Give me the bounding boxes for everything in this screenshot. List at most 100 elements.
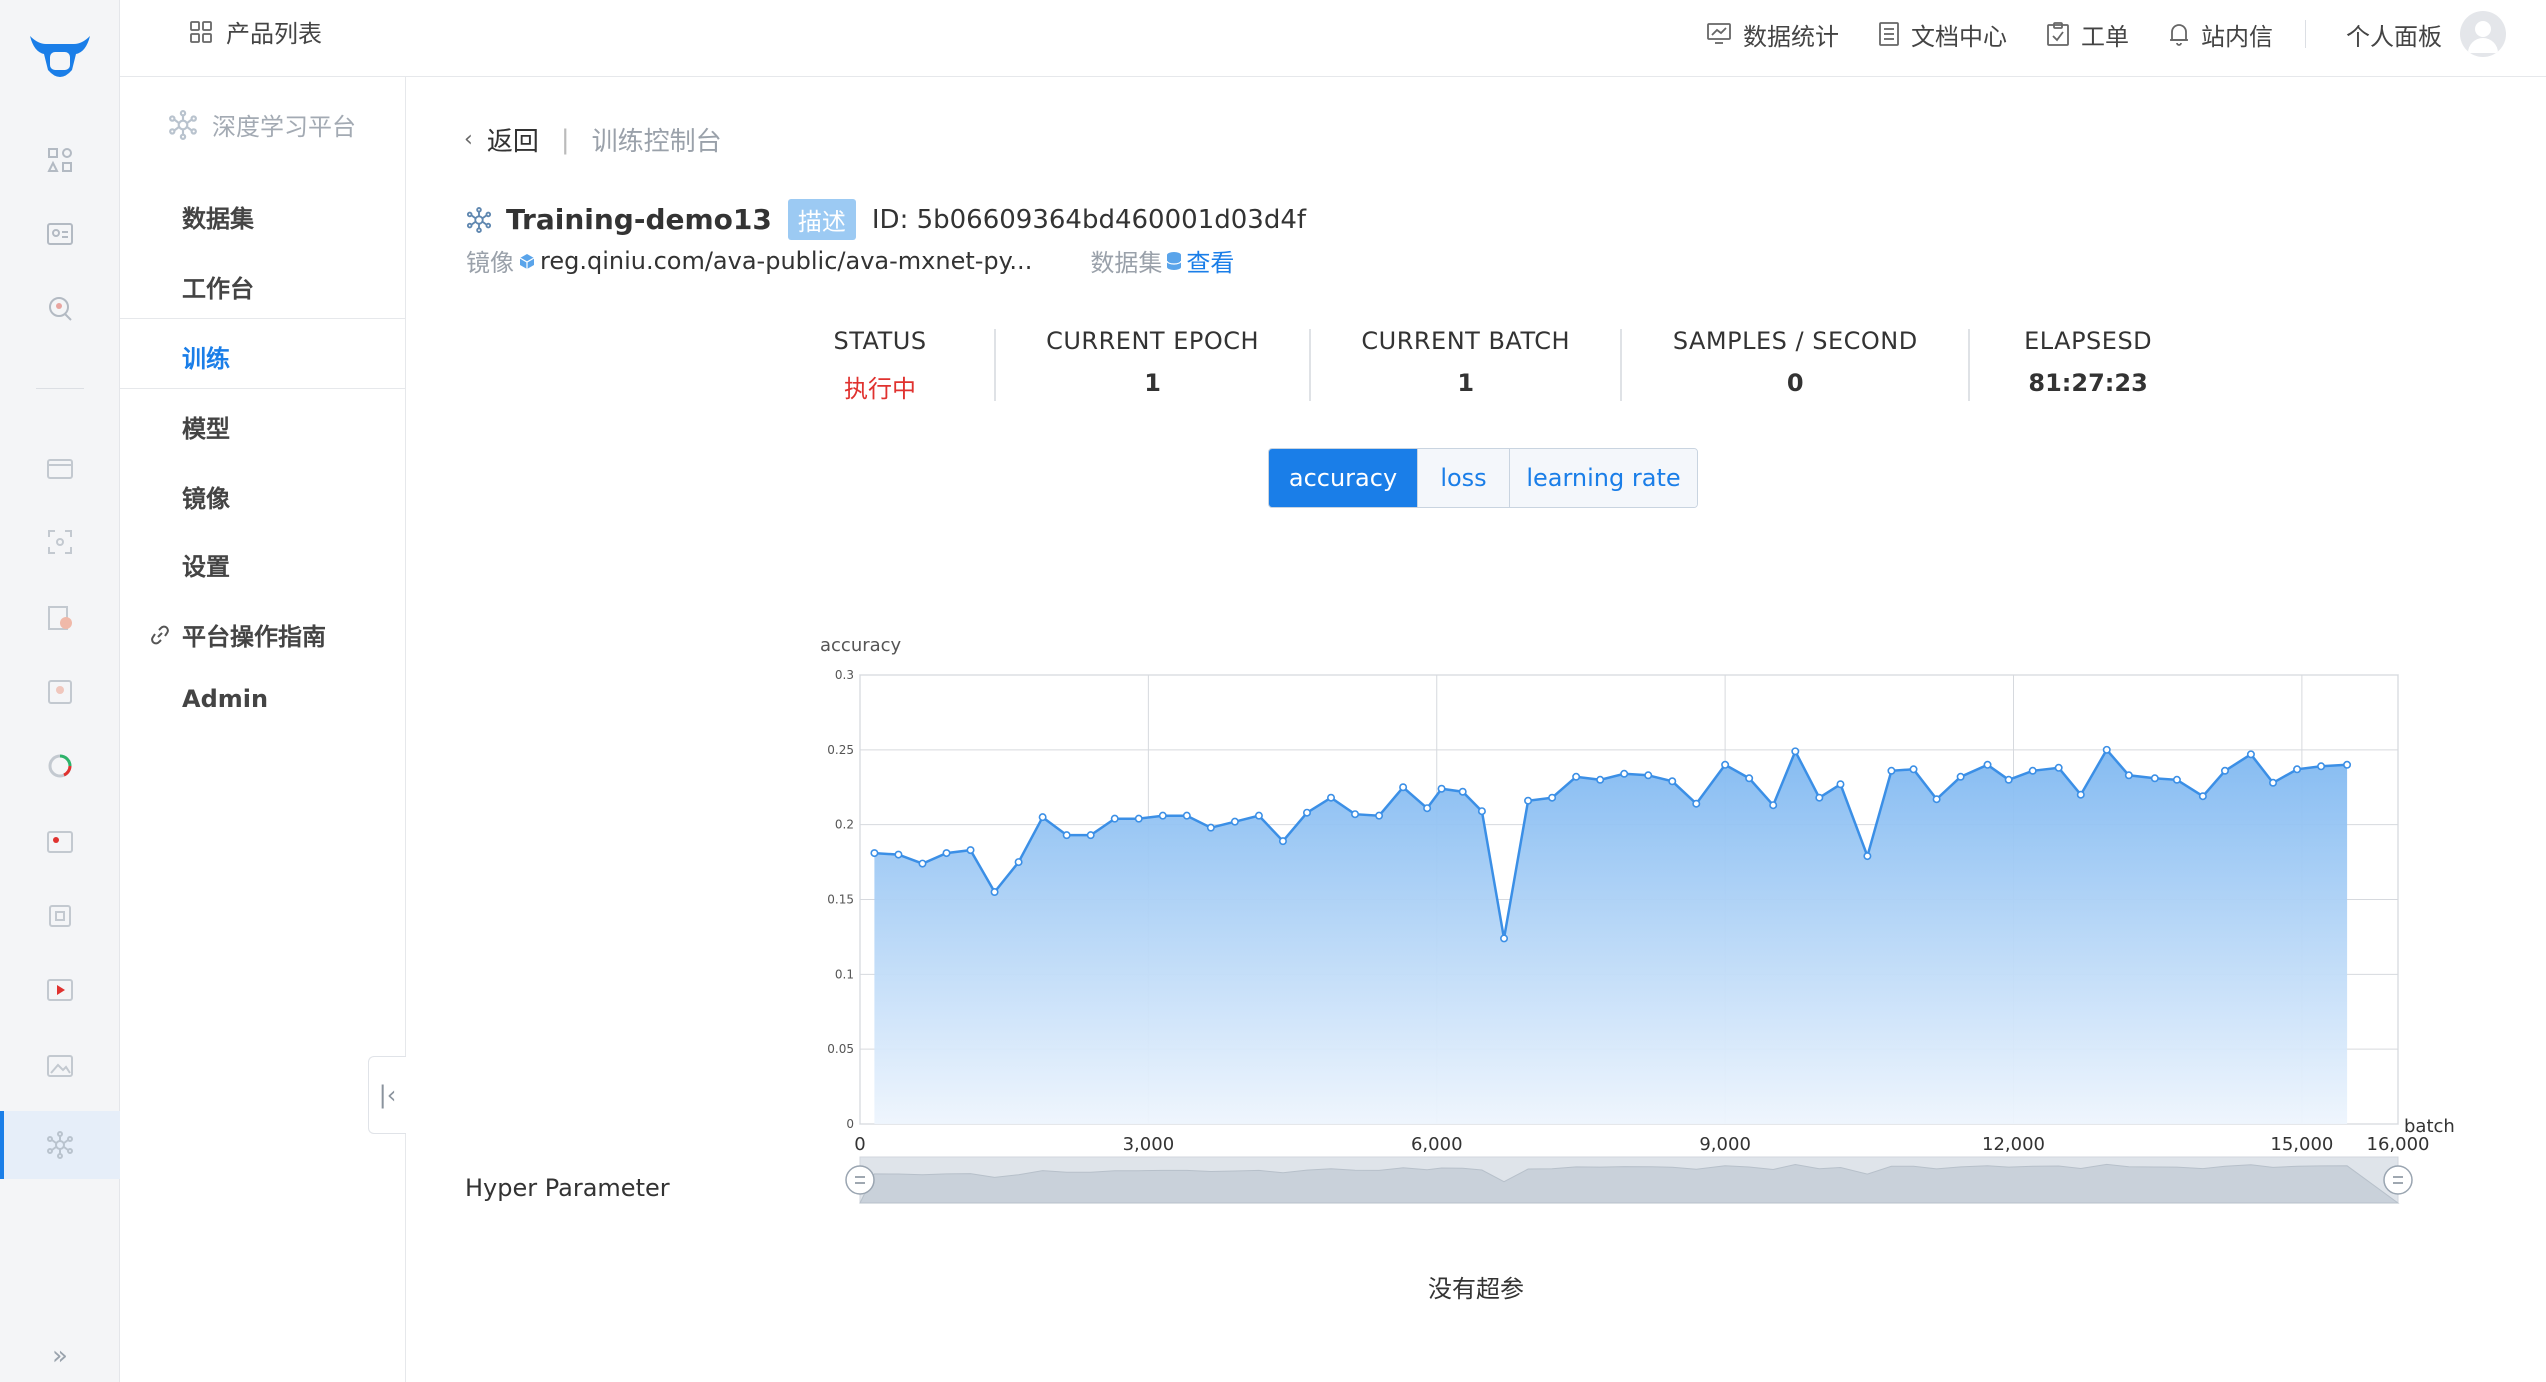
data-point <box>1399 783 1408 792</box>
folder-icon[interactable] <box>46 454 74 482</box>
sidebar-item-settings[interactable]: 设置 <box>182 547 230 582</box>
data-point <box>2317 762 2326 771</box>
face-search-icon[interactable] <box>46 294 74 322</box>
data-point <box>966 846 975 855</box>
data-point <box>1836 780 1845 789</box>
menu-divider <box>120 388 406 389</box>
job-name: Training-demo13 <box>506 203 772 236</box>
x-tick-label: 16,000 <box>2367 1134 2430 1155</box>
job-meta-row: 镜像 reg.qiniu.com/ava-public/ava-mxnet-py… <box>466 243 1234 278</box>
image-value: reg.qiniu.com/ava-public/ava-mxnet-py... <box>540 246 1033 275</box>
personal-panel-button[interactable]: 个人面板 <box>2346 17 2442 52</box>
zoom-handle-left[interactable] <box>845 1165 875 1195</box>
data-point <box>1572 772 1581 781</box>
database-icon <box>1166 251 1182 270</box>
report-icon[interactable] <box>46 604 74 632</box>
landscape-icon[interactable] <box>46 1052 74 1080</box>
avatar[interactable] <box>2460 11 2506 57</box>
data-point <box>2220 766 2229 775</box>
data-point <box>1230 817 1239 826</box>
photo-id-icon[interactable] <box>46 678 74 706</box>
zoom-handle-right[interactable] <box>2383 1165 2413 1195</box>
y-tick-label: 0 <box>846 1117 854 1131</box>
expand-rail-button[interactable]: » <box>46 1342 74 1370</box>
top-bar: 产品列表 数据统计 文档中心 工单 站内信 个人面板 <box>120 0 2546 77</box>
sidebar-item-guide[interactable]: 平台操作指南 <box>150 617 326 652</box>
stat-key: CURRENT BATCH <box>1361 327 1571 355</box>
square-icon[interactable] <box>46 902 74 930</box>
grid-icon[interactable] <box>46 146 74 174</box>
document-icon <box>1879 22 1899 46</box>
id-card-icon[interactable] <box>46 220 74 248</box>
stat-status: STATUS 执行中 <box>766 327 994 413</box>
data-point <box>1721 760 1730 769</box>
data-point <box>1062 831 1071 840</box>
tab-loss[interactable]: loss <box>1417 449 1509 507</box>
breadcrumb-separator: | <box>560 124 570 155</box>
side-menu: 深度学习平台 数据集 工作台 训练 模型 镜像 设置 平台操作指南 Admin <box>120 77 406 1382</box>
data-point <box>1182 811 1191 820</box>
data-point <box>1769 801 1778 810</box>
nav-data-stats[interactable]: 数据统计 <box>1707 17 1839 52</box>
sidebar-item-datasets[interactable]: 数据集 <box>182 199 254 234</box>
sidebar-item-images[interactable]: 镜像 <box>182 479 230 514</box>
tab-accuracy[interactable]: accuracy <box>1269 449 1417 507</box>
data-point <box>1887 766 1896 775</box>
chart-icon <box>1707 23 1731 44</box>
nav-label: 文档中心 <box>1911 22 2007 51</box>
nav-label: 数据统计 <box>1743 22 1839 51</box>
nav-docs[interactable]: 文档中心 <box>1879 17 2007 52</box>
chevron-left-icon[interactable]: ‹ <box>464 127 473 152</box>
description-tag[interactable]: 描述 <box>787 199 856 240</box>
y-tick-label: 0.25 <box>827 743 854 757</box>
gauge-icon[interactable] <box>46 752 74 780</box>
x-tick-label: 3,000 <box>1123 1134 1175 1155</box>
platform-label: 深度学习平台 <box>212 113 356 141</box>
data-point <box>1458 787 1467 796</box>
image-label: 镜像 <box>466 249 514 277</box>
data-point <box>2076 790 2085 799</box>
data-point <box>1548 793 1557 802</box>
data-point <box>894 850 903 859</box>
data-point <box>2054 763 2063 772</box>
image-tag-icon[interactable] <box>46 828 74 856</box>
video-icon[interactable] <box>46 976 74 1004</box>
sidebar-item-training[interactable]: 训练 <box>182 339 230 374</box>
x-tick-label: 0 <box>854 1134 865 1155</box>
rail-divider <box>36 388 84 389</box>
data-point <box>1745 774 1754 783</box>
data-point <box>1254 811 1263 820</box>
collapse-sidebar-button[interactable]: |‹ <box>368 1056 406 1134</box>
nav-ticket[interactable]: 工单 <box>2047 17 2129 52</box>
nav-messages[interactable]: 站内信 <box>2169 17 2273 52</box>
stat-key: CURRENT EPOCH <box>1046 327 1260 355</box>
deep-learning-icon[interactable] <box>46 1131 74 1159</box>
tab-learning-rate[interactable]: learning rate <box>1509 449 1697 507</box>
y-tick-label: 0.2 <box>835 818 854 832</box>
data-point <box>990 888 999 897</box>
data-point <box>2293 765 2302 774</box>
cube-icon <box>519 253 535 269</box>
data-point <box>2246 750 2255 759</box>
back-link[interactable]: 返回 <box>487 121 539 158</box>
sidebar-item-workbench[interactable]: 工作台 <box>182 269 254 304</box>
data-point <box>2150 774 2159 783</box>
y-tick-label: 0.1 <box>835 967 854 981</box>
data-point <box>1500 934 1509 943</box>
data-point <box>2269 778 2278 787</box>
platform-title: 深度学习平台 <box>168 107 356 142</box>
x-tick-label: 6,000 <box>1411 1134 1463 1155</box>
logo-icon[interactable] <box>24 30 96 86</box>
stat-value: 0 <box>1786 369 1804 397</box>
data-point <box>1863 852 1872 861</box>
x-tick-label: 12,000 <box>1982 1134 2045 1155</box>
product-list-button[interactable]: 产品列表 <box>190 14 322 49</box>
sidebar-item-admin[interactable]: Admin <box>182 685 268 713</box>
data-point <box>2343 760 2352 769</box>
sidebar-item-models[interactable]: 模型 <box>182 409 230 444</box>
dataset-view-link[interactable]: 查看 <box>1186 243 1234 278</box>
y-tick-label: 0.15 <box>827 893 854 907</box>
job-id: ID: 5b06609364bd460001d03d4f <box>871 204 1307 235</box>
data-point <box>942 849 951 858</box>
scan-icon[interactable] <box>46 528 74 556</box>
